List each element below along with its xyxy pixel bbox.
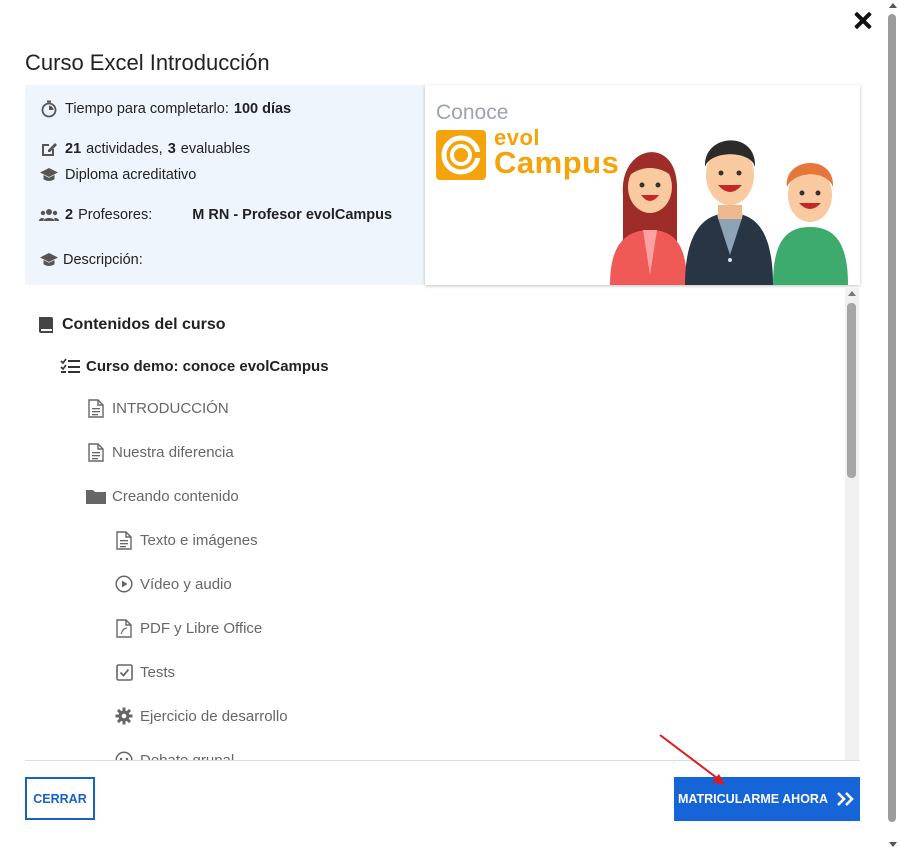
- graduation-cap-icon: [39, 166, 59, 184]
- teachers-count: 2: [65, 207, 74, 223]
- gear-icon: [114, 706, 134, 726]
- diploma-label: Diploma acreditativo: [65, 167, 197, 183]
- list-item[interactable]: Tests: [114, 662, 175, 682]
- module-item[interactable]: Curso demo: conoce evolCampus: [60, 356, 329, 376]
- course-info-panel: Tiempo para completarlo: 100 días 21 act…: [25, 85, 425, 285]
- close-icon[interactable]: [850, 8, 876, 34]
- enroll-button[interactable]: MATRICULARME AHORA: [674, 777, 860, 821]
- list-item[interactable]: Nuestra diferencia: [86, 442, 234, 462]
- list-item-label: Creando contenido: [112, 487, 239, 505]
- list-item-label: Vídeo y audio: [140, 575, 232, 593]
- enroll-button-label: MATRICULARME AHORA: [678, 792, 828, 806]
- people-illustration: [610, 140, 848, 285]
- checklist-icon: [60, 356, 80, 376]
- users-icon: [39, 206, 59, 224]
- list-item-label: Texto e imágenes: [140, 531, 258, 549]
- double-chevron-right-icon: [836, 791, 856, 807]
- folder-icon: [86, 486, 106, 506]
- contents-heading: Contenidos del curso: [36, 315, 226, 335]
- activities-label: actividades,: [86, 141, 163, 157]
- course-contents-list[interactable]: Contenidos del curso Curso demo: conoce …: [25, 288, 860, 760]
- time-value: 100 días: [233, 101, 292, 117]
- pdf-icon: [114, 618, 134, 638]
- description-label: Descripción:: [63, 252, 143, 268]
- diploma-row: Diploma acreditativo: [39, 166, 196, 184]
- scroll-down-arrow-icon[interactable]: [889, 842, 897, 847]
- list-item[interactable]: PDF y Libre Office: [114, 618, 262, 638]
- contents-scrollbar-thumb[interactable]: [847, 303, 856, 478]
- list-item[interactable]: Ejercicio de desarrollo: [114, 706, 288, 726]
- list-item-label: PDF y Libre Office: [140, 619, 263, 637]
- list-item[interactable]: Creando contenido: [86, 486, 239, 506]
- list-item[interactable]: Texto e imágenes: [114, 530, 258, 550]
- document-icon: [114, 530, 134, 550]
- banner-conoce-text: Conoce: [436, 101, 509, 124]
- contents-heading-text: Contenidos del curso: [62, 316, 226, 333]
- list-item-label: Nuestra diferencia: [112, 443, 234, 461]
- list-item-label: Tests: [140, 663, 176, 681]
- page-scrollbar[interactable]: [886, 0, 899, 851]
- activities-row: 21 actividades, 3 evaluables: [39, 140, 250, 158]
- play-icon: [114, 574, 134, 594]
- time-row: Tiempo para completarlo: 100 días: [39, 100, 291, 118]
- list-item-label: INTRODUCCIÓN: [112, 399, 229, 417]
- document-icon: [86, 442, 106, 462]
- time-label: Tiempo para completarlo:: [65, 101, 229, 117]
- evaluables-label: evaluables: [180, 141, 251, 157]
- evaluables-count: 3: [167, 141, 176, 157]
- list-item-label: Debate grupal: [140, 751, 235, 761]
- teachers-label: Profesores:: [78, 207, 153, 223]
- checkbox-icon: [114, 662, 134, 682]
- close-button[interactable]: CERRAR: [25, 777, 95, 820]
- chat-icon: [114, 750, 134, 760]
- module-title: Curso demo: conoce evolCampus: [86, 357, 329, 375]
- teachers-row: 2 Profesores: M RN - Profesor evolCampus: [39, 206, 392, 224]
- document-icon: [86, 398, 106, 418]
- course-banner-image: Conoce evol Campus: [425, 85, 860, 285]
- list-item[interactable]: Vídeo y audio: [114, 574, 232, 594]
- edit-icon: [39, 140, 59, 158]
- list-item[interactable]: Debate grupal: [114, 750, 234, 760]
- graduation-cap-icon: [39, 251, 59, 269]
- activities-count: 21: [65, 141, 82, 157]
- footer-divider: [25, 760, 860, 761]
- scroll-up-arrow-icon[interactable]: [848, 291, 856, 296]
- page-scrollbar-thumb[interactable]: [888, 14, 896, 822]
- contents-scrollbar[interactable]: [845, 288, 859, 760]
- list-item[interactable]: INTRODUCCIÓN: [86, 398, 229, 418]
- description-row: Descripción:: [39, 251, 143, 269]
- scroll-up-arrow-icon[interactable]: [889, 3, 897, 8]
- banner-brand-campus: Campus: [494, 145, 620, 180]
- teacher-name: M RN - Profesor evolCampus: [192, 207, 393, 223]
- book-icon: [36, 315, 56, 335]
- modal-title: Curso Excel Introducción: [25, 50, 270, 75]
- evolcampus-logo-icon: [436, 130, 486, 180]
- stopwatch-icon: [39, 100, 59, 118]
- list-item-label: Ejercicio de desarrollo: [140, 707, 288, 725]
